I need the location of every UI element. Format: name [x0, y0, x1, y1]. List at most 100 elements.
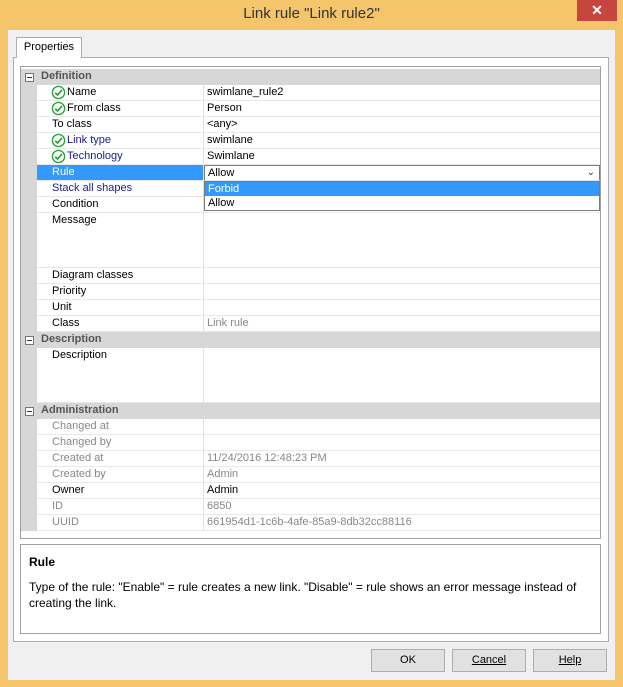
row-gutter [21, 419, 37, 435]
prop-value: 6850 [204, 499, 600, 515]
section-label: Definition [41, 70, 92, 82]
check-circle-icon [51, 133, 66, 148]
prop-label: Message [37, 213, 204, 268]
prop-row-description[interactable]: Description [21, 348, 600, 403]
section-label: Administration [41, 404, 119, 416]
section-administration[interactable]: Administration [21, 403, 600, 419]
prop-row-diagram-classes[interactable]: Diagram classes [21, 268, 600, 284]
row-gutter [21, 316, 37, 332]
prop-row-message[interactable]: Message [21, 213, 600, 268]
prop-row-link-type[interactable]: Link type swimlane [21, 133, 600, 149]
prop-row-uuid[interactable]: UUID 661954d1-1c6b-4afe-85a9-8db32cc8811… [21, 515, 600, 531]
row-gutter [21, 467, 37, 483]
prop-row-technology[interactable]: Technology Swimlane [21, 149, 600, 165]
window-title: Link rule "Link rule2" [243, 5, 380, 22]
prop-label-text: From class [67, 102, 121, 114]
collapse-icon[interactable] [25, 336, 34, 345]
help-title: Rule [29, 555, 56, 569]
rule-dropdown-list[interactable]: Forbid Allow [204, 181, 600, 211]
row-gutter [21, 483, 37, 499]
prop-label: UUID [37, 515, 204, 531]
row-gutter [21, 213, 37, 268]
prop-row-changed-by[interactable]: Changed by [21, 435, 600, 451]
prop-row-to-class[interactable]: To class <any> [21, 117, 600, 133]
prop-label: Link type [37, 133, 204, 149]
tab-properties[interactable]: Properties [16, 37, 82, 58]
prop-value[interactable]: <any> [204, 117, 600, 133]
row-gutter [21, 451, 37, 467]
row-gutter [21, 515, 37, 531]
section-definition[interactable]: Definition [21, 69, 600, 85]
prop-label: ID [37, 499, 204, 515]
dropdown-option-allow[interactable]: Allow [205, 196, 599, 210]
prop-label: Rule [37, 165, 204, 181]
prop-value[interactable] [204, 268, 600, 284]
row-gutter [21, 348, 37, 403]
prop-row-id[interactable]: ID 6850 [21, 499, 600, 515]
prop-row-name[interactable]: Name swimlane_rule2 [21, 85, 600, 101]
prop-label[interactable]: Stack all shapes [37, 181, 204, 197]
property-grid: Definition Name swimlane_rule2 From clas… [20, 66, 601, 539]
prop-label: To class [37, 117, 204, 133]
prop-value: 11/24/2016 12:48:23 PM [204, 451, 600, 467]
prop-label: Changed by [37, 435, 204, 451]
prop-label: Technology [37, 149, 204, 165]
prop-value[interactable] [204, 284, 600, 300]
check-circle-icon [51, 85, 66, 100]
close-icon[interactable]: ✕ [591, 2, 603, 18]
close-button[interactable]: ✕ [577, 0, 617, 21]
prop-label: Class [37, 316, 204, 332]
row-gutter [21, 149, 37, 165]
help-button[interactable]: Help [533, 649, 607, 672]
prop-value: Link rule [204, 316, 600, 332]
prop-label-text: Name [67, 86, 97, 98]
dropdown-option-forbid[interactable]: Forbid [205, 182, 599, 196]
title-bar[interactable]: Link rule "Link rule2" ✕ [0, 0, 623, 30]
section-description[interactable]: Description [21, 332, 600, 348]
prop-value[interactable]: Swimlane [204, 149, 600, 165]
prop-value [204, 419, 600, 435]
prop-row-unit[interactable]: Unit [21, 300, 600, 316]
chevron-down-icon[interactable]: ⌄ [587, 167, 595, 178]
prop-label: Priority [37, 284, 204, 300]
prop-label-text[interactable]: Technology [67, 150, 123, 162]
prop-label-text[interactable]: Link type [67, 134, 111, 146]
prop-label: Condition [37, 197, 204, 213]
prop-value[interactable] [204, 300, 600, 316]
prop-label: Changed at [37, 419, 204, 435]
collapse-icon[interactable] [25, 73, 34, 82]
prop-label: Diagram classes [37, 268, 204, 284]
collapse-icon[interactable] [25, 407, 34, 416]
row-gutter [21, 197, 37, 213]
prop-row-changed-at[interactable]: Changed at [21, 419, 600, 435]
ok-button[interactable]: OK [371, 649, 445, 672]
prop-label: Created by [37, 467, 204, 483]
prop-row-created-at[interactable]: Created at 11/24/2016 12:48:23 PM [21, 451, 600, 467]
prop-row-rule[interactable]: Rule Allow ⌄ [21, 165, 600, 181]
prop-value[interactable]: swimlane_rule2 [204, 85, 600, 101]
prop-row-owner[interactable]: Owner Admin [21, 483, 600, 499]
cancel-button[interactable]: Cancel [452, 649, 526, 672]
prop-row-priority[interactable]: Priority [21, 284, 600, 300]
prop-label: Description [37, 348, 204, 403]
dialog-window: Link rule "Link rule2" ✕ Properties Defi… [0, 0, 623, 687]
prop-row-created-by[interactable]: Created by Admin [21, 467, 600, 483]
prop-value[interactable]: swimlane [204, 133, 600, 149]
prop-row-class[interactable]: Class Link rule [21, 316, 600, 332]
row-gutter [21, 499, 37, 515]
prop-value: 661954d1-1c6b-4afe-85a9-8db32cc88116 [204, 515, 600, 531]
prop-value[interactable] [204, 213, 600, 268]
rule-select[interactable]: Allow ⌄ [204, 165, 600, 181]
prop-value[interactable] [204, 348, 600, 403]
prop-value[interactable]: Admin [204, 483, 600, 499]
row-gutter [21, 300, 37, 316]
prop-row-from-class[interactable]: From class Person [21, 101, 600, 117]
row-gutter [21, 435, 37, 451]
prop-value[interactable]: Person [204, 101, 600, 117]
row-gutter [21, 101, 37, 117]
prop-value [204, 435, 600, 451]
row-gutter [21, 268, 37, 284]
row-gutter [21, 284, 37, 300]
row-gutter [21, 181, 37, 197]
section-label: Description [41, 333, 102, 345]
